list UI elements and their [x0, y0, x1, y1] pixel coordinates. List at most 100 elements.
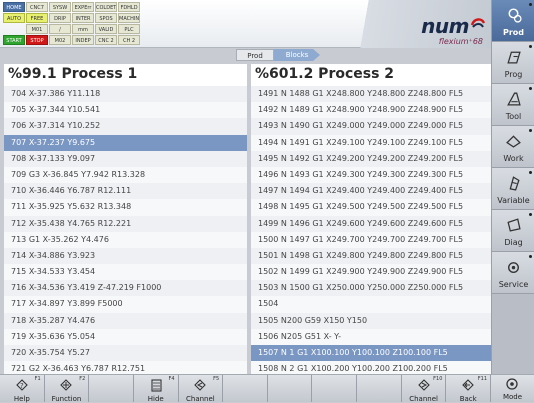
program-line[interactable]: 1494 N 1491 G1 X249.100 Y249.100 Z249.10…: [251, 134, 491, 151]
program-line[interactable]: 1506 N205 G51 X- Y-: [251, 328, 491, 345]
rail-prod-button[interactable]: Prod: [492, 0, 534, 42]
softkey-help[interactable]: F1? Help: [0, 374, 45, 403]
status-indicator: SYSW: [49, 2, 71, 12]
status-indicator: mm: [72, 24, 94, 34]
program-line[interactable]: 1500 N 1497 G1 X249.700 Y249.700 Z249.70…: [251, 231, 491, 248]
program-line[interactable]: 717 X-34.897 Y3.899 F5000: [4, 296, 247, 313]
rail-label: Service: [498, 280, 529, 289]
program-line[interactable]: 1503 N 1500 G1 X250.000 Y250.000 Z250.00…: [251, 280, 491, 297]
program-line[interactable]: 718 X-35.287 Y4.476: [4, 312, 247, 329]
rail-label: Tool: [505, 112, 522, 121]
mode-button[interactable]: Mode: [491, 374, 534, 402]
mode-icon: [506, 378, 518, 390]
num-swirl-icon: [470, 18, 486, 28]
rail-label: Work: [503, 154, 524, 163]
program-line[interactable]: 1491 N 1488 G1 X248.800 Y248.800 Z248.80…: [251, 86, 491, 103]
program-line-list[interactable]: 1491 N 1488 G1 X248.800 Y248.800 Z248.80…: [251, 86, 491, 378]
program-line[interactable]: 1496 N 1493 G1 X249.300 Y249.300 Z249.30…: [251, 166, 491, 184]
rail-indicator-dot: [529, 171, 532, 174]
program-line[interactable]: 705 X-37.344 Y10.541: [4, 102, 247, 119]
program-line[interactable]: 716 X-34.536 Y3.419 Z-47.219 F1000: [4, 280, 247, 297]
rail-work-button[interactable]: Work: [492, 126, 534, 168]
rail-indicator-dot: [529, 255, 532, 258]
softkey-function[interactable]: F2 Function: [44, 374, 90, 403]
softkey-hide[interactable]: F4 Hide: [133, 374, 179, 403]
status-indicator: FDHLD: [118, 2, 140, 12]
function-key-number: F10: [433, 376, 443, 382]
program-line[interactable]: 710 X-36.446 Y6.787 R12.111: [4, 183, 247, 200]
program-line[interactable]: 1497 N 1494 G1 X249.400 Y249.400 Z249.40…: [251, 183, 491, 200]
program-line[interactable]: 1493 N 1490 G1 X249.000 Y249.000 Z249.00…: [251, 118, 491, 135]
rail-label: Diag: [504, 238, 523, 247]
softkey-empty[interactable]: [267, 374, 313, 402]
menu-rail: Prod Prog Tool Work Variable Diag Service: [491, 0, 534, 402]
function-key-number: F5: [213, 376, 220, 382]
program-panel-process-2: %601.2 Process 2 1491 N 1488 G1 X248.800…: [251, 64, 491, 389]
program-line[interactable]: 715 X-34.533 Y3.454: [4, 264, 247, 281]
softkey-channel[interactable]: F10 Channel: [401, 374, 447, 403]
tool-icon: [507, 92, 521, 106]
rail-prog-button[interactable]: Prog: [492, 42, 534, 84]
function-icon: [60, 379, 73, 391]
softkey-bar: F1? Help F2 Function F4 Hide F5 Channel F10 Chann…: [0, 374, 492, 403]
tab-blocks[interactable]: Blocks: [274, 49, 320, 61]
program-line[interactable]: 1501 N 1498 G1 X249.800 Y249.800 Z249.80…: [251, 247, 491, 265]
gears-icon: [508, 8, 522, 23]
softkey-empty[interactable]: [357, 374, 402, 402]
program-line[interactable]: 712 X-35.438 Y4.765 R12.221: [4, 215, 247, 232]
program-line[interactable]: 1502 N 1499 G1 X249.900 Y249.900 Z249.90…: [251, 264, 491, 281]
program-line[interactable]: 706 X-37.314 Y10.252: [4, 118, 247, 135]
status-indicator: START: [3, 35, 25, 45]
rail-label: Variable: [497, 196, 530, 205]
softkey-empty[interactable]: [89, 374, 134, 402]
rail-indicator-dot: [529, 87, 532, 90]
program-line[interactable]: 1499 N 1496 G1 X249.600 Y249.600 Z249.60…: [251, 215, 491, 232]
status-row: HOME CNC7 SYSW EXPErr COLDET FDHLD: [3, 2, 141, 12]
diag-icon: [507, 218, 521, 232]
rail-tool-button[interactable]: Tool: [492, 84, 534, 126]
status-indicator: PLC: [118, 24, 140, 34]
status-indicator: CH 2: [118, 35, 140, 45]
status-indicator: [3, 24, 25, 34]
program-line[interactable]: 1507 N 1 G1 X100.100 Y100.100 Z100.100 F…: [251, 345, 491, 362]
softkey-channel[interactable]: F5 Channel: [178, 374, 224, 403]
program-line[interactable]: 708 X-37.133 Y9.097: [4, 150, 247, 167]
program-line[interactable]: 713 G1 X-35.262 Y4.476: [4, 231, 247, 248]
header-bar: HOME CNC7 SYSW EXPErr COLDET FDHLD AUTO FREE DRI…: [0, 0, 491, 48]
num-logo: num: [421, 14, 469, 38]
program-line[interactable]: 714 X-34.886 Y3.923: [4, 247, 247, 265]
status-indicator: HOME: [3, 2, 25, 12]
rail-indicator-dot: [529, 213, 532, 216]
status-indicator: INDEP: [72, 35, 94, 45]
program-line[interactable]: 1505 N200 G59 X150 Y150: [251, 312, 491, 329]
program-line[interactable]: 709 G3 X-36.845 Y7.942 R13.328: [4, 166, 247, 184]
rail-indicator-dot: [529, 3, 532, 6]
program-line[interactable]: 704 X-37.386 Y11.118: [4, 86, 247, 103]
softkey-empty[interactable]: [223, 374, 268, 402]
rail-label: Prod: [502, 28, 525, 37]
rail-diag-button[interactable]: Diag: [492, 210, 534, 252]
program-line[interactable]: 1495 N 1492 G1 X249.200 Y249.200 Z249.20…: [251, 150, 491, 167]
softkey-empty[interactable]: [312, 374, 358, 402]
program-line[interactable]: 720 X-35.754 Y5.27: [4, 345, 247, 362]
program-line[interactable]: 1492 N 1489 G1 X248.900 Y248.900 Z248.90…: [251, 102, 491, 119]
rail-variable-button[interactable]: Variable: [492, 168, 534, 210]
tab-prod[interactable]: Prod: [236, 49, 274, 61]
program-line-list[interactable]: 704 X-37.386 Y11.118 705 X-37.344 Y10.541…: [4, 86, 247, 378]
service-icon: [508, 262, 519, 274]
function-key-number: F2: [79, 376, 86, 382]
program-line[interactable]: 1504: [251, 296, 491, 313]
panel-title: %601.2 Process 2: [251, 64, 491, 84]
softkey-back[interactable]: F11 Back: [446, 374, 492, 403]
status-indicator: MACHINV: [118, 13, 140, 23]
program-line[interactable]: 719 X-35.636 Y5.054: [4, 328, 247, 345]
workpiece-icon: [506, 135, 521, 148]
program-line[interactable]: 711 X-35.925 Y5.632 R13.348: [4, 199, 247, 216]
rail-service-button[interactable]: Service: [492, 252, 534, 294]
panel-title: %99.1 Process 1: [4, 64, 247, 84]
program-line[interactable]: 1498 N 1495 G1 X249.500 Y249.500 Z249.50…: [251, 199, 491, 216]
program-line[interactable]: 707 X-37.237 Y9.675: [4, 134, 247, 151]
status-indicator: M02: [49, 35, 71, 45]
help-icon: ?: [16, 379, 28, 391]
program-panel-process-1: %99.1 Process 1 704 X-37.386 Y11.118 705 …: [4, 64, 247, 389]
